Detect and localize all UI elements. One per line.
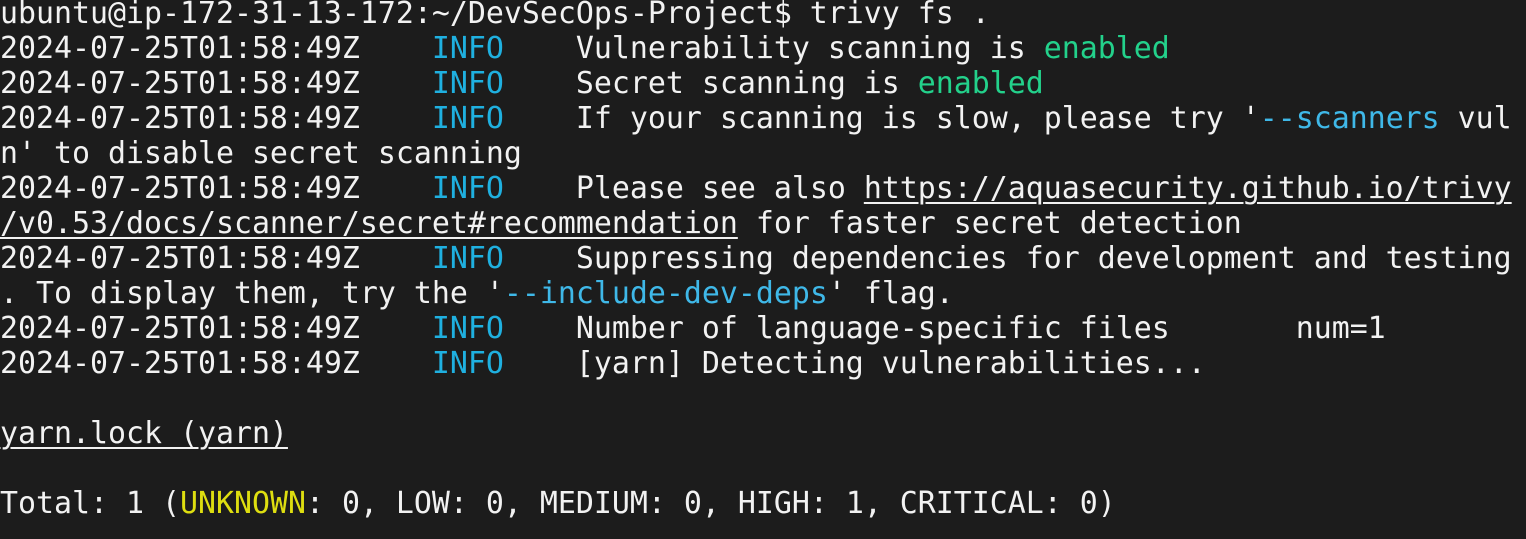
terminal-text: Please see also <box>503 171 864 206</box>
cli-flag: --include-dev-deps <box>503 276 828 311</box>
terminal-line: n' to disable secret scanning <box>0 136 1512 171</box>
terminal-text: ubuntu@ip-172-31-13-172:~/DevSecOps-Proj… <box>0 0 990 31</box>
log-level-info: INFO <box>431 171 504 206</box>
log-level-info: INFO <box>431 66 504 101</box>
terminal-text: 2024-07-25T01:58:49Z <box>0 66 432 101</box>
link[interactable]: https://aquasecurity.github.io/trivy <box>864 171 1512 206</box>
terminal-text: n' to disable secret scanning <box>0 136 522 171</box>
terminal-text: Number of language-specific files num=1 <box>503 311 1386 346</box>
log-level-info: INFO <box>431 241 504 276</box>
link[interactable]: yarn.lock (yarn) <box>0 416 288 451</box>
terminal-line: 2024-07-25T01:58:49Z INFO [yarn] Detecti… <box>0 346 1512 381</box>
terminal-text: ' flag. <box>827 276 954 311</box>
severity-unknown: UNKNOWN <box>179 486 306 521</box>
terminal-text: 2024-07-25T01:58:49Z <box>0 311 432 346</box>
log-level-info: INFO <box>431 31 504 66</box>
terminal-text: Secret scanning is <box>503 66 918 101</box>
link[interactable]: /v0.53/docs/scanner/secret#recommendatio… <box>0 206 738 241</box>
terminal-line: yarn.lock (yarn) <box>0 416 1512 451</box>
status-enabled: enabled <box>1043 31 1170 66</box>
cli-flag: --scanners <box>1259 101 1440 136</box>
status-enabled: enabled <box>917 66 1044 101</box>
terminal-output[interactable]: ubuntu@ip-172-31-13-172:~/DevSecOps-Proj… <box>0 0 1512 521</box>
log-level-info: INFO <box>431 101 504 136</box>
terminal-text: Vulnerability scanning is <box>503 31 1044 66</box>
terminal-line: ubuntu@ip-172-31-13-172:~/DevSecOps-Proj… <box>0 0 1512 31</box>
terminal-text: Total: 1 ( <box>0 486 180 521</box>
terminal-text: for faster secret detection <box>737 206 1242 241</box>
terminal-line: 2024-07-25T01:58:49Z INFO If your scanni… <box>0 101 1512 136</box>
terminal-text: [yarn] Detecting vulnerabilities... <box>503 346 1206 381</box>
terminal-text: 2024-07-25T01:58:49Z <box>0 346 432 381</box>
terminal-line: 2024-07-25T01:58:49Z INFO Vulnerability … <box>0 31 1512 66</box>
terminal-text: 2024-07-25T01:58:49Z <box>0 101 432 136</box>
log-level-info: INFO <box>431 346 504 381</box>
terminal-text: : 0, LOW: 0, MEDIUM: 0, HIGH: 1, CRITICA… <box>305 486 1116 521</box>
terminal-text: If your scanning is slow, please try ' <box>503 101 1260 136</box>
terminal-line: 2024-07-25T01:58:49Z INFO Number of lang… <box>0 311 1512 346</box>
terminal-text: . To display them, try the ' <box>0 276 504 311</box>
terminal-text: 2024-07-25T01:58:49Z <box>0 31 432 66</box>
terminal-text: 2024-07-25T01:58:49Z <box>0 171 432 206</box>
log-level-info: INFO <box>431 311 504 346</box>
terminal-text: Suppressing dependencies for development… <box>503 241 1512 276</box>
terminal-text: vul <box>1439 101 1512 136</box>
terminal-line: 2024-07-25T01:58:49Z INFO Suppressing de… <box>0 241 1512 276</box>
terminal-line: /v0.53/docs/scanner/secret#recommendatio… <box>0 206 1512 241</box>
terminal-line: 2024-07-25T01:58:49Z INFO Secret scannin… <box>0 66 1512 101</box>
terminal-line: Total: 1 (UNKNOWN: 0, LOW: 0, MEDIUM: 0,… <box>0 486 1512 521</box>
terminal-text: 2024-07-25T01:58:49Z <box>0 241 432 276</box>
terminal-line: 2024-07-25T01:58:49Z INFO Please see als… <box>0 171 1512 206</box>
terminal-line: . To display them, try the '--include-de… <box>0 276 1512 311</box>
